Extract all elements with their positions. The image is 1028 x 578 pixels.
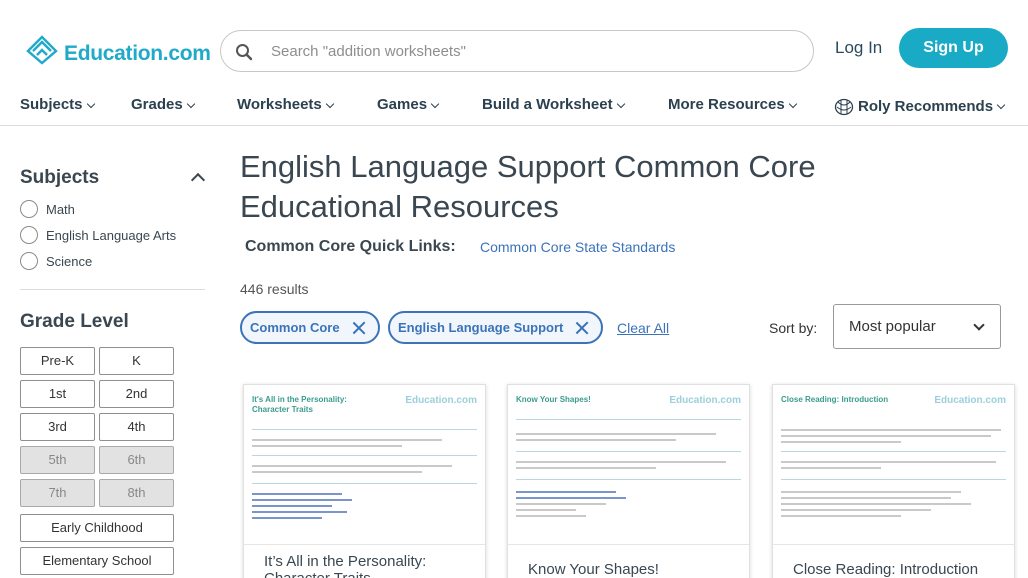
radio-button[interactable]: [20, 200, 38, 218]
chevron-down-icon: [186, 99, 195, 108]
chevron-down-icon: [788, 99, 797, 108]
chevron-down-icon: [430, 99, 440, 108]
close-icon[interactable]: [352, 321, 366, 335]
subject-option[interactable]: Science: [20, 252, 92, 270]
quick-link-ccss[interactable]: Common Core State Standards: [480, 239, 675, 255]
quick-links-label: Common Core Quick Links:: [245, 238, 456, 255]
search-input[interactable]: [271, 42, 791, 60]
filter-chip-common-core[interactable]: Common Core: [240, 311, 380, 344]
filter-chip-label: Common Core: [250, 320, 340, 335]
signup-button[interactable]: Sign Up: [899, 28, 1008, 68]
sort-label: Sort by:: [769, 320, 818, 336]
chevron-down-icon: [616, 99, 625, 108]
grade-level-title: Grade Level: [20, 311, 129, 332]
results-count: 446 results: [240, 281, 309, 297]
thumbnail-logo: Education.com: [405, 395, 477, 406]
thumbnail-heading: It's All in the Personality: Character T…: [252, 395, 347, 414]
thumbnail-heading: Know Your Shapes!: [516, 395, 591, 404]
thumbnail-logo: Education.com: [934, 395, 1006, 406]
radio-button[interactable]: [20, 252, 38, 270]
nav-roly-recommends[interactable]: Roly Recommends: [834, 96, 1006, 116]
grade-button-k[interactable]: K: [99, 347, 174, 375]
clear-all-link[interactable]: Clear All: [617, 320, 669, 336]
grade-button-1st[interactable]: 1st: [20, 380, 95, 408]
subject-label: Science: [46, 253, 93, 269]
resource-card[interactable]: It's All in the Personality: Character T…: [243, 384, 486, 578]
thumbnail-heading: Close Reading: Introduction: [781, 395, 889, 404]
main-nav: Subjects Grades Worksheets Games Build a…: [0, 92, 1028, 126]
nav-subjects[interactable]: Subjects: [20, 96, 95, 113]
subject-option[interactable]: Math: [20, 200, 75, 218]
grade-button-7th: 7th: [20, 479, 95, 507]
site-logo[interactable]: Education.com: [24, 29, 211, 65]
page-title: English Language Support Common Core Edu…: [240, 149, 816, 224]
grade-button-8th: 8th: [99, 479, 174, 507]
grade-button-2nd[interactable]: 2nd: [99, 380, 174, 408]
nav-grades[interactable]: Grades: [131, 96, 195, 113]
sort-value: Most popular: [849, 318, 936, 335]
resource-card[interactable]: Close Reading: Introduction Education.co…: [772, 384, 1015, 578]
nav-worksheets[interactable]: Worksheets: [237, 96, 335, 113]
card-title[interactable]: It’s All in the Personality: Character T…: [264, 553, 474, 578]
filter-chip-label: English Language Support: [398, 320, 564, 335]
radio-button[interactable]: [20, 226, 38, 244]
nav-games[interactable]: Games: [377, 96, 440, 113]
nav-label: Subjects: [20, 96, 83, 113]
filter-chip-english-language-support[interactable]: English Language Support: [388, 311, 603, 344]
subject-label: English Language Arts: [46, 227, 177, 243]
search-icon[interactable]: [235, 43, 253, 61]
grade-button-4th[interactable]: 4th: [99, 413, 174, 441]
sort-select[interactable]: Most popular: [833, 304, 1001, 349]
subject-label: Math: [46, 201, 75, 217]
grade-button-prek[interactable]: Pre-K: [20, 347, 95, 375]
chevron-down-icon: [973, 319, 985, 331]
subject-option[interactable]: English Language Arts: [20, 226, 176, 244]
level-button-elementary[interactable]: Elementary School: [20, 547, 174, 575]
thumbnail-logo: Education.com: [669, 395, 741, 406]
search-bar[interactable]: [220, 30, 814, 72]
nav-label: Roly Recommends: [858, 97, 994, 115]
login-link[interactable]: Log In: [835, 38, 882, 58]
nav-build-worksheet[interactable]: Build a Worksheet: [482, 96, 625, 113]
nav-label: Games: [377, 96, 428, 113]
nav-label: Grades: [131, 96, 183, 113]
logo-icon: [26, 35, 58, 65]
card-thumbnail[interactable]: It's All in the Personality: Character T…: [244, 385, 485, 545]
resource-card[interactable]: Know Your Shapes! Education.com Know You…: [507, 384, 750, 578]
nav-more-resources[interactable]: More Resources: [668, 96, 797, 113]
close-icon[interactable]: [575, 321, 589, 335]
roly-icon: [834, 98, 854, 116]
nav-label: Build a Worksheet: [482, 96, 613, 113]
card-thumbnail[interactable]: Know Your Shapes! Education.com: [508, 385, 749, 545]
grade-button-5th: 5th: [20, 446, 95, 474]
card-title[interactable]: Close Reading: Introduction: [793, 561, 1003, 578]
chevron-up-icon[interactable]: [190, 172, 206, 188]
chevron-down-icon: [996, 100, 1006, 110]
nav-label: More Resources: [668, 96, 785, 113]
nav-label: Worksheets: [237, 96, 322, 113]
logo-text: Education.com: [64, 42, 211, 65]
chevron-down-icon: [86, 99, 95, 108]
chevron-down-icon: [325, 99, 335, 108]
grade-button-6th: 6th: [99, 446, 174, 474]
card-title[interactable]: Know Your Shapes!: [528, 561, 738, 578]
subjects-filter-title: Subjects: [20, 167, 100, 188]
divider: [20, 289, 205, 290]
card-thumbnail[interactable]: Close Reading: Introduction Education.co…: [773, 385, 1014, 545]
level-button-early-childhood[interactable]: Early Childhood: [20, 514, 174, 542]
grade-button-3rd[interactable]: 3rd: [20, 413, 95, 441]
